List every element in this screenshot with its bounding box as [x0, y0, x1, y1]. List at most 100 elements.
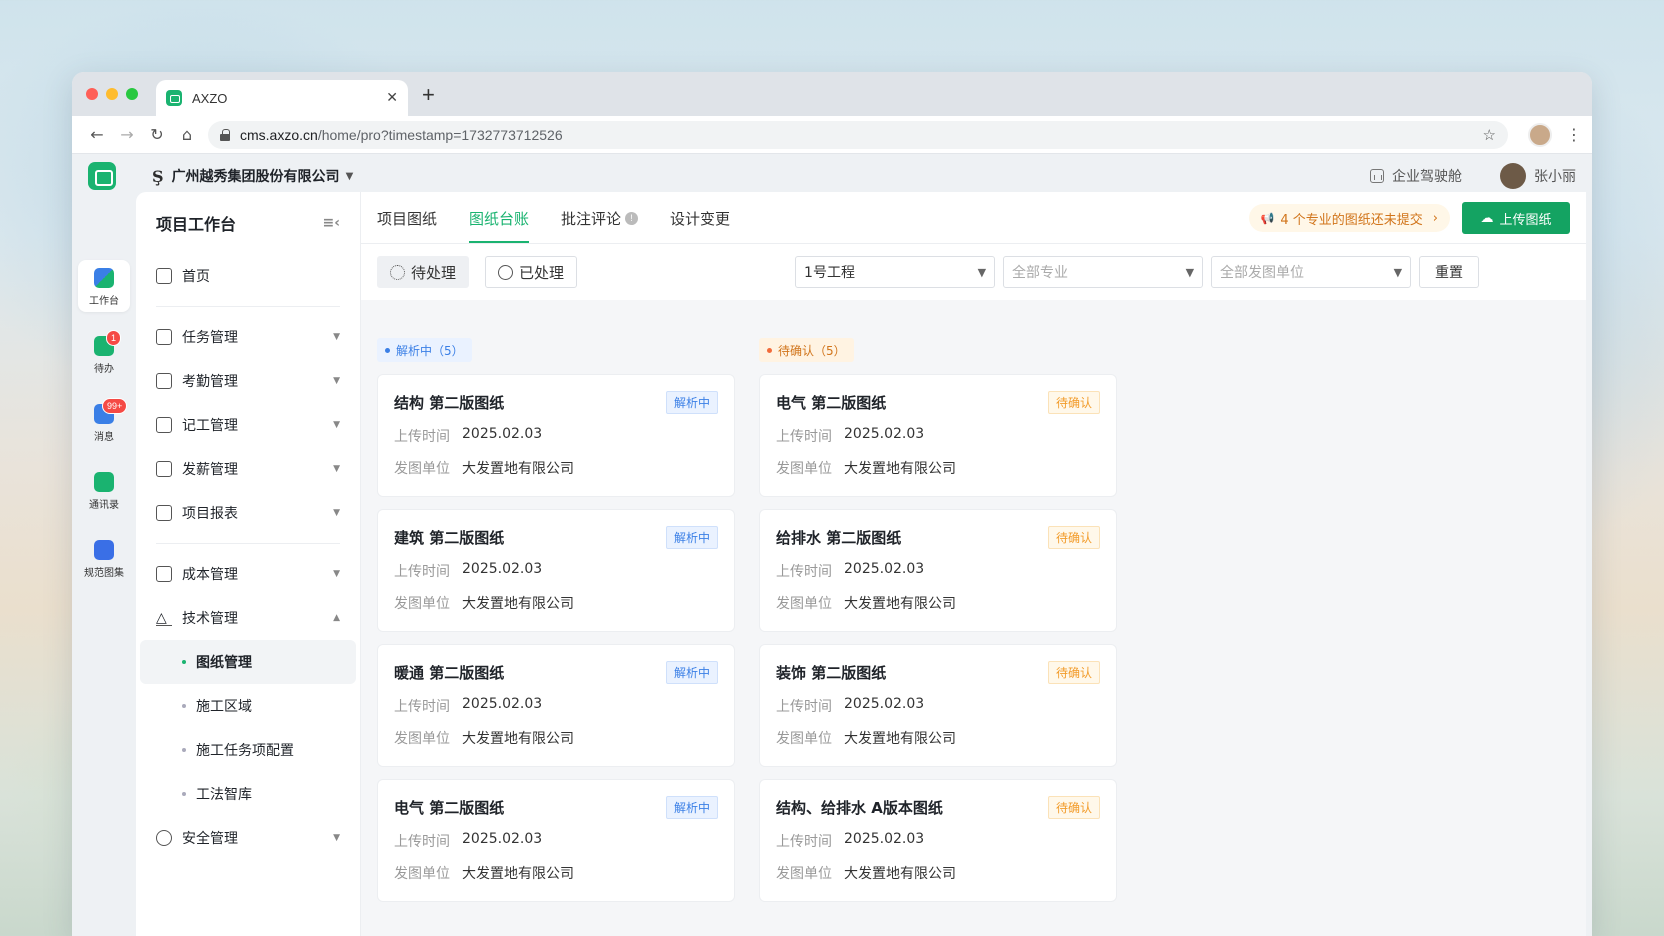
- new-tab-icon[interactable]: +: [422, 82, 435, 108]
- issuing-unit: 大发置地有限公司: [844, 731, 956, 747]
- home-icon[interactable]: ⌂: [172, 125, 202, 144]
- sidebar-item-payroll[interactable]: 发薪管理 ▼: [136, 447, 360, 491]
- profile-avatar[interactable]: [1528, 122, 1552, 147]
- company-name: 广州越秀集团股份有限公司: [171, 169, 340, 185]
- drawing-card[interactable]: 电气 第二版图纸 待确认 上传时间 2025.02.03 发图单位 大发置地有限公司: [759, 374, 1117, 497]
- drawing-card[interactable]: 装饰 第二版图纸 待确认 上传时间 2025.02.03 发图单位 大发置地有限公司: [759, 644, 1117, 767]
- status-badge: 待确认: [1047, 796, 1100, 819]
- card-header: 电气 第二版图纸 待确认: [776, 391, 1100, 414]
- sidebar-subitem-drawings[interactable]: 图纸管理: [140, 640, 356, 684]
- project-select[interactable]: 1号工程 ▼: [795, 256, 996, 288]
- user-name[interactable]: 张小丽: [1534, 166, 1576, 186]
- card-title: 电气 第二版图纸: [394, 799, 505, 817]
- reload-icon[interactable]: ↻: [142, 125, 172, 144]
- lock-icon[interactable]: [220, 128, 230, 141]
- reset-button[interactable]: 重置: [1419, 256, 1480, 288]
- rail-item-standards[interactable]: 规范图集: [78, 532, 130, 584]
- meta-key: 发图单位: [394, 596, 450, 612]
- cockpit-link[interactable]: 企业驾驶舱: [1392, 166, 1462, 186]
- bookmark-star-icon[interactable]: ☆: [1483, 126, 1496, 144]
- pending-filter-button[interactable]: 待处理: [377, 256, 470, 288]
- notice-banner[interactable]: 📢 4 个专业的图纸还未提交 ›: [1248, 204, 1450, 232]
- sidebar-item-cost[interactable]: 成本管理 ▼: [136, 552, 360, 596]
- upload-time: 2025.02.03: [844, 831, 925, 847]
- drawing-card[interactable]: 电气 第二版图纸 解析中 上传时间 2025.02.03 发图单位 大发置地有限公司: [377, 779, 735, 902]
- chevron-down-icon: ▼: [333, 376, 340, 386]
- close-icon[interactable]: ✕: [386, 90, 398, 106]
- drawing-card[interactable]: 暖通 第二版图纸 解析中 上传时间 2025.02.03 发图单位 大发置地有限公司: [377, 644, 735, 767]
- check-circle-icon: [498, 264, 514, 280]
- tab-design-changes[interactable]: 设计变更: [670, 208, 730, 243]
- meta-key: 上传时间: [394, 699, 450, 715]
- card-meta: 上传时间 2025.02.03: [394, 696, 718, 716]
- card-header: 建筑 第二版图纸 解析中: [394, 526, 718, 549]
- meta-key: 发图单位: [776, 866, 832, 882]
- rail-label: 通讯录: [89, 500, 119, 511]
- maximize-window-button[interactable]: [126, 88, 138, 100]
- rail-item-messages[interactable]: 99+ 消息: [78, 396, 130, 448]
- rail-item-workbench[interactable]: 工作台: [78, 260, 130, 312]
- drawing-card[interactable]: 结构、给排水 A版本图纸 待确认 上传时间 2025.02.03 发图单位 大发置地…: [759, 779, 1117, 902]
- sidebar-item-home[interactable]: 首页: [136, 254, 360, 298]
- sidebar-subitem-methods[interactable]: 工法智库: [140, 772, 356, 816]
- card-meta: 上传时间 2025.02.03: [394, 426, 718, 446]
- tab-label: 项目图纸: [377, 210, 438, 228]
- card-meta: 发图单位 大发置地有限公司: [394, 593, 718, 613]
- collapse-icon[interactable]: ≡‹: [323, 215, 341, 231]
- rail-item-contacts[interactable]: 通讯录: [78, 464, 130, 516]
- sidebar-item-tech[interactable]: △ 技术管理 ▲: [136, 596, 360, 640]
- sidebar-item-reports[interactable]: 项目报表 ▼: [136, 491, 360, 535]
- processed-filter-button[interactable]: 已处理: [485, 256, 578, 288]
- sidebar-item-label: 成本管理: [182, 567, 238, 583]
- rail-item-todo[interactable]: 1 待办: [78, 328, 130, 380]
- upload-time: 2025.02.03: [462, 426, 543, 442]
- address-bar[interactable]: cms.axzo.cn/home/pro?timestamp=173277371…: [208, 120, 1508, 149]
- rail-label: 工作台: [89, 296, 119, 307]
- status-badge: 待确认: [1047, 526, 1100, 549]
- browser-tab[interactable]: AXZO ✕: [156, 80, 408, 116]
- kanban-column-parsing: 解析中（5） 结构 第二版图纸 解析中 上传时间 2025.02.03 发图单位大…: [377, 338, 735, 914]
- discipline-select[interactable]: 全部专业 ▼: [1003, 256, 1204, 288]
- caret-down-icon: ▼: [345, 170, 354, 182]
- drawing-card[interactable]: 给排水 第二版图纸 待确认 上传时间 2025.02.03 发图单位 大发置地有限公…: [759, 509, 1117, 632]
- shield-icon: [156, 830, 172, 846]
- tab-annotations[interactable]: 批注评论!: [561, 208, 639, 243]
- sidebar-item-tasks[interactable]: 任务管理 ▼: [136, 315, 360, 359]
- issuing-unit: 大发置地有限公司: [462, 866, 574, 882]
- sidebar-item-attendance[interactable]: 考勤管理 ▼: [136, 359, 360, 403]
- sidebar-subitem-task-config[interactable]: 施工任务项配置: [140, 728, 356, 772]
- back-icon[interactable]: ←: [82, 125, 112, 144]
- pending-label: 待处理: [411, 263, 457, 282]
- meta-key: 发图单位: [394, 731, 450, 747]
- meta-key: 上传时间: [776, 564, 832, 580]
- sidebar-subitem-areas[interactable]: 施工区域: [140, 684, 356, 728]
- sidebar-item-label: 项目报表: [182, 506, 238, 522]
- drawing-card[interactable]: 结构 第二版图纸 解析中 上传时间 2025.02.03 发图单位 大发置地有限公司: [377, 374, 735, 497]
- sidebar-item-label: 首页: [182, 269, 210, 285]
- tab-project-drawings[interactable]: 项目图纸: [377, 208, 437, 243]
- unit-select[interactable]: 全部发图单位 ▼: [1211, 256, 1412, 288]
- tab-label: 设计变更: [670, 210, 731, 228]
- card-header: 结构 第二版图纸 解析中: [394, 391, 718, 414]
- upload-label: 上传图纸: [1499, 212, 1552, 228]
- tab-drawing-ledger[interactable]: 图纸台账: [469, 208, 530, 243]
- user-avatar[interactable]: [1500, 163, 1526, 189]
- app-logo-icon[interactable]: [88, 162, 116, 190]
- sidebar-header: 项目工作台 ≡‹: [136, 192, 360, 254]
- minimize-window-button[interactable]: [106, 88, 118, 100]
- sidebar: 项目工作台 ≡‹ 首页 任务管理 ▼ 考勤管理 ▼ 记工管理 ▼ 发薪管理 ▼: [136, 192, 360, 936]
- card-title: 建筑 第二版图纸: [394, 529, 505, 547]
- sidebar-item-worklog[interactable]: 记工管理 ▼: [136, 403, 360, 447]
- card-meta: 发图单位 大发置地有限公司: [776, 728, 1100, 748]
- card-header: 结构、给排水 A版本图纸 待确认: [776, 796, 1100, 819]
- sidebar-item-safety[interactable]: 安全管理 ▼: [136, 816, 360, 860]
- forward-icon[interactable]: →: [112, 125, 142, 144]
- close-window-button[interactable]: [86, 88, 98, 100]
- meta-key: 上传时间: [394, 429, 450, 445]
- more-menu-icon[interactable]: ⋮: [1566, 125, 1582, 144]
- info-icon: !: [625, 212, 639, 225]
- upload-drawing-button[interactable]: ☁ 上传图纸: [1462, 202, 1570, 234]
- bullet-icon: [182, 792, 186, 796]
- drawing-card[interactable]: 建筑 第二版图纸 解析中 上传时间 2025.02.03 发图单位 大发置地有限公司: [377, 509, 735, 632]
- company-switcher[interactable]: Ş 广州越秀集团股份有限公司 ▼: [152, 166, 353, 186]
